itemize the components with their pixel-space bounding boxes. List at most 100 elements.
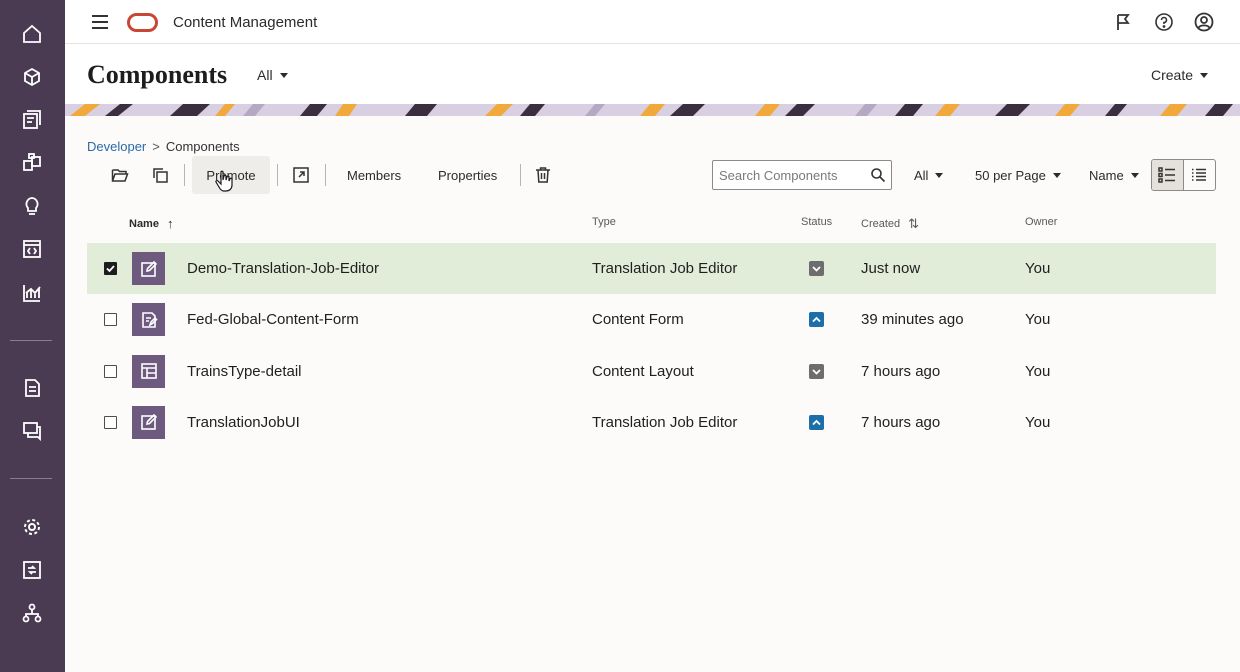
component-owner: You — [1025, 362, 1051, 380]
lightbulb-icon[interactable] — [21, 195, 43, 217]
component-thumbnail[interactable] — [132, 303, 165, 337]
chevron-down-icon — [1130, 173, 1139, 179]
page-title: Components — [87, 60, 228, 89]
sort-by-dropdown[interactable]: Name — [1089, 168, 1139, 183]
documents-icon[interactable] — [21, 377, 43, 399]
component-name[interactable]: Demo-Translation-Job-Editor — [187, 260, 379, 277]
copy-icon[interactable] — [151, 166, 169, 184]
table-row[interactable]: TranslationJobUI Translation Job Editor 7 … — [87, 397, 1216, 448]
toolbar-divider — [277, 164, 278, 186]
page-size-dropdown[interactable]: 50 per Page — [975, 168, 1061, 183]
component-owner: You — [1025, 260, 1051, 277]
table-row[interactable]: Fed-Global-Content-Form Content Form 39 mi… — [87, 294, 1216, 345]
status-draft-icon — [809, 363, 824, 379]
component-type: Translation Job Editor — [592, 413, 738, 431]
sort-by-label: Name — [1089, 168, 1124, 183]
components-panel: Developer > Components Promote Members Pro… — [65, 116, 1240, 672]
status-draft-icon — [809, 261, 824, 276]
organization-icon[interactable] — [21, 602, 43, 624]
component-thumbnail[interactable] — [132, 405, 165, 439]
list-view-button[interactable] — [1152, 160, 1184, 190]
type-filter-dropdown[interactable]: All — [914, 168, 944, 183]
collections-icon[interactable] — [21, 109, 43, 131]
status-published-icon — [809, 414, 824, 430]
hamburger-menu-icon[interactable] — [91, 14, 109, 30]
component-name[interactable]: Fed-Global-Content-Form — [187, 311, 359, 328]
compact-list-view-button[interactable] — [1184, 160, 1215, 190]
row-checkbox[interactable] — [104, 364, 117, 378]
row-checkbox[interactable] — [104, 415, 117, 429]
column-name-label: Name — [129, 218, 159, 230]
home-icon[interactable] — [21, 23, 43, 45]
breadcrumb-separator: > — [152, 139, 160, 154]
mouse-pointer-icon — [215, 170, 233, 192]
search-input[interactable] — [713, 161, 863, 189]
open-folder-icon[interactable] — [111, 166, 129, 184]
sites-icon[interactable] — [21, 152, 43, 174]
developer-code-icon[interactable] — [21, 238, 43, 260]
component-created: 7 hours ago — [861, 362, 941, 380]
toolbar-divider — [184, 164, 185, 186]
column-created-label: Created — [861, 218, 901, 230]
component-created: 39 minutes ago — [861, 311, 964, 329]
toolbar-divider — [520, 164, 521, 186]
chevron-down-icon — [1200, 72, 1208, 78]
breadcrumb-current: Components — [165, 139, 240, 154]
open-external-icon[interactable] — [292, 166, 310, 184]
flag-icon[interactable] — [1114, 12, 1134, 32]
breadcrumb: Developer > Components — [87, 139, 240, 154]
toolbar-divider — [325, 164, 326, 186]
edit-icon — [140, 260, 158, 278]
rail-divider — [10, 478, 52, 479]
properties-button[interactable]: Properties — [438, 168, 497, 183]
rail-divider — [10, 340, 52, 341]
trash-icon[interactable] — [534, 166, 552, 184]
sort-ascending-icon: ↑ — [166, 216, 174, 231]
integrations-icon[interactable] — [21, 559, 43, 581]
column-header-status[interactable]: Status — [801, 216, 832, 228]
left-rail — [0, 0, 65, 672]
view-toggle — [1151, 159, 1216, 191]
form-icon — [140, 311, 158, 329]
layout-icon — [140, 362, 158, 380]
chevron-down-icon — [1052, 173, 1061, 179]
breadcrumb-developer-link[interactable]: Developer — [87, 139, 146, 154]
type-filter-label: All — [914, 168, 929, 183]
gear-icon[interactable] — [21, 516, 43, 538]
component-thumbnail[interactable] — [132, 354, 165, 388]
component-type: Content Layout — [592, 362, 694, 380]
component-name[interactable]: TrainsType-detail — [187, 363, 302, 380]
row-checkbox[interactable] — [104, 313, 117, 327]
members-button[interactable]: Members — [347, 168, 401, 183]
table-row[interactable]: TrainsType-detail Content Layout 7 hours a… — [87, 346, 1216, 397]
column-header-name[interactable]: Name ↑ — [129, 216, 173, 231]
column-header-created[interactable]: Created ⇅ — [861, 216, 919, 232]
page-filter-dropdown[interactable]: All — [257, 67, 288, 83]
column-header-owner[interactable]: Owner — [1025, 216, 1057, 228]
page-size-label: 50 per Page — [975, 168, 1046, 183]
status-published-icon — [809, 312, 824, 328]
component-type: Translation Job Editor — [592, 260, 738, 277]
chevron-down-icon — [935, 173, 944, 179]
table-row[interactable]: Demo-Translation-Job-Editor Translation J… — [87, 243, 1216, 294]
component-name[interactable]: TranslationJobUI — [187, 414, 300, 431]
column-header-type[interactable]: Type — [592, 216, 616, 228]
component-owner: You — [1025, 311, 1051, 329]
assets-cube-icon[interactable] — [21, 66, 43, 88]
user-profile-icon[interactable] — [1194, 12, 1214, 32]
analytics-icon[interactable] — [21, 282, 43, 304]
component-type: Content Form — [592, 311, 684, 329]
search-icon[interactable] — [870, 167, 886, 183]
create-label: Create — [1150, 67, 1193, 83]
oracle-logo — [127, 13, 158, 32]
create-button[interactable]: Create — [1151, 67, 1208, 83]
search-components-field[interactable] — [712, 160, 892, 190]
conversations-icon[interactable] — [21, 420, 43, 442]
edit-icon — [140, 413, 158, 431]
component-thumbnail[interactable] — [132, 252, 165, 285]
help-icon[interactable] — [1154, 12, 1174, 32]
decorative-banner — [65, 104, 1240, 116]
component-created: 7 hours ago — [861, 413, 941, 431]
sort-toggle-icon: ⇅ — [908, 216, 920, 231]
row-checkbox[interactable] — [104, 262, 117, 275]
